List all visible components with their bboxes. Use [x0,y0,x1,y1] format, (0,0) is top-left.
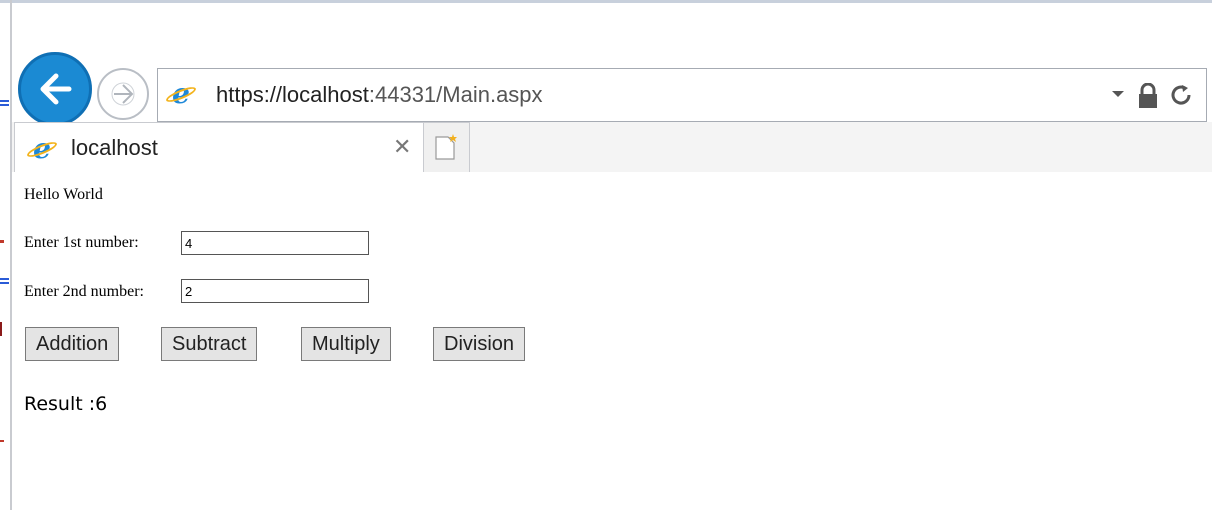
dropdown-arrow-icon[interactable] [1112,91,1124,97]
tab-strip: e localhost ✕ [12,122,1212,172]
back-button[interactable] [18,52,92,126]
edge-marker [0,440,4,442]
back-arrow-icon [40,73,72,105]
url-host: https://localhost [216,82,369,107]
first-number-input[interactable] [181,231,369,255]
second-number-label: Enter 2nd number: [24,283,144,300]
first-number-label: Enter 1st number: [24,234,139,251]
url-text[interactable]: https://localhost:44331/Main.aspx [216,81,543,109]
new-tab-icon [435,134,457,160]
second-number-input[interactable] [181,279,369,303]
edge-marker [0,240,4,243]
edge-marker [0,100,9,106]
refresh-icon[interactable] [1168,82,1194,108]
result-text: Result :6 [24,393,108,415]
forward-button[interactable] [97,68,149,120]
multiply-button[interactable]: Multiply [301,327,391,361]
url-path: :44331/Main.aspx [368,82,543,107]
ie-logo-icon: e [164,80,198,108]
edge-marker [0,322,6,336]
window-top-border [0,0,1212,3]
addition-button[interactable]: Addition [25,327,120,361]
tab-title: localhost [71,135,158,160]
new-tab-button[interactable] [424,122,470,172]
address-bar[interactable]: e https://localhost:44331/Main.aspx [157,68,1207,122]
page-heading: Hello World [24,186,103,203]
tab-localhost[interactable]: e localhost ✕ [14,122,424,172]
lock-icon[interactable] [1138,83,1158,109]
division-button[interactable]: Division [433,327,526,361]
navigation-bar: e https://localhost:44331/Main.aspx [12,52,1212,126]
close-icon[interactable]: ✕ [393,136,411,158]
subtract-button[interactable]: Subtract [161,327,258,361]
forward-arrow-icon [111,82,135,106]
edge-marker [0,278,9,284]
ie-logo-icon: e [25,135,59,163]
